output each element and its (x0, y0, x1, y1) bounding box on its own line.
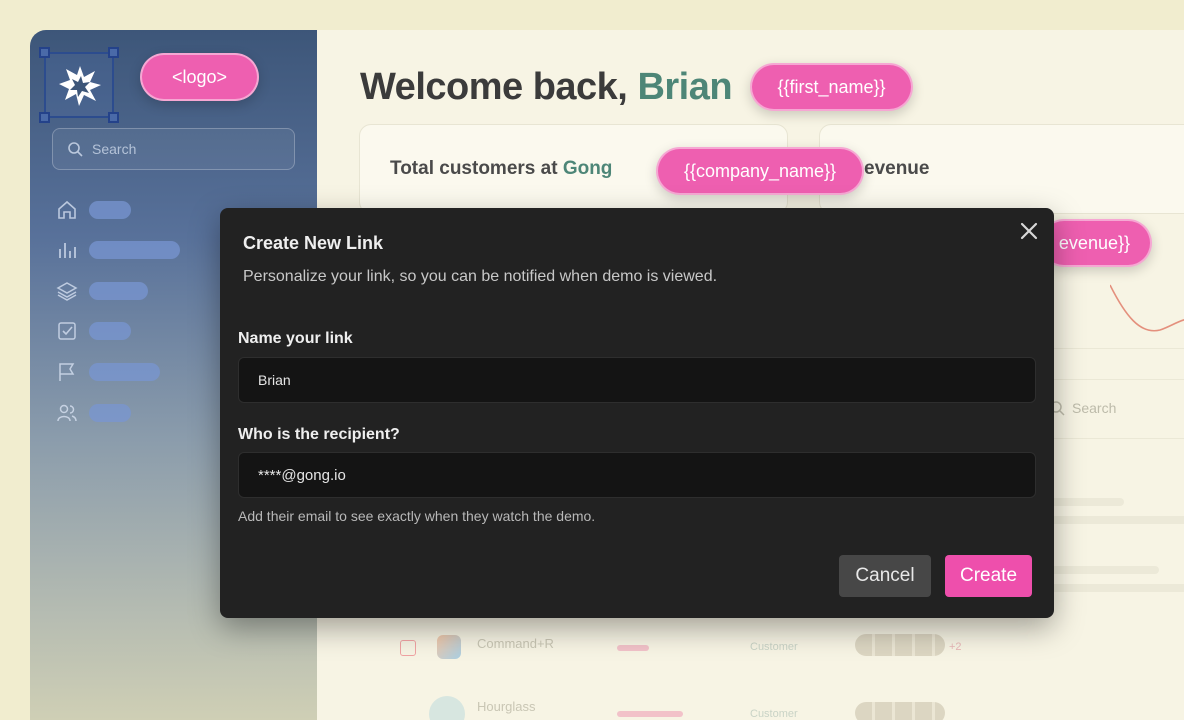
checkbox-icon (58, 322, 76, 340)
link-name-input[interactable] (238, 357, 1036, 403)
nav-label-placeholder (89, 241, 180, 259)
revenue-variable-tag[interactable]: evenue}} (1040, 219, 1152, 267)
company-logo (429, 696, 465, 720)
create-link-dialog: Create New Link Personalize your link, s… (220, 208, 1054, 618)
sidebar-search-input[interactable]: Search (52, 128, 295, 170)
placeholder-line (1039, 584, 1184, 592)
status-badge: Customer (750, 641, 798, 653)
status-badge: Customer (750, 708, 798, 720)
welcome-prefix: Welcome back, (360, 66, 628, 108)
dialog-title: Create New Link (243, 233, 384, 253)
first-name: Brian (637, 66, 733, 108)
first-name-variable-tag[interactable]: {{first_name}} (750, 63, 913, 111)
home-icon (58, 200, 76, 219)
recipient-label: Who is the recipient? (238, 426, 400, 443)
page-title: Welcome back, Brian (360, 66, 733, 109)
bar-chart-icon (59, 243, 76, 258)
revenue-card: evenue (819, 124, 1184, 332)
close-icon[interactable] (1018, 220, 1040, 242)
nav-label-placeholder (89, 282, 148, 300)
placeholder-line (1039, 516, 1184, 524)
gong-logo-icon (59, 66, 101, 106)
company-name-variable-tag[interactable]: {{company_name}} (656, 147, 864, 195)
row-checkbox[interactable] (400, 640, 416, 656)
customers-card-title: Total customers at Gong (390, 158, 612, 180)
table-search-placeholder: Search (1072, 400, 1117, 416)
resize-handle[interactable] (39, 112, 50, 123)
users-icon (57, 404, 77, 422)
progress-bar (617, 711, 683, 717)
table-row[interactable]: Hourglass Customer (397, 694, 1184, 720)
logo-selection-box[interactable] (39, 47, 119, 123)
avatar-group (855, 702, 945, 720)
revenue-card-title: evenue (864, 158, 930, 179)
nav-label-placeholder (89, 201, 131, 219)
recipient-email-input[interactable] (238, 452, 1036, 498)
search-placeholder: Search (92, 141, 137, 157)
progress-bar (617, 645, 649, 651)
resize-handle[interactable] (108, 112, 119, 123)
logo-variable-tag[interactable]: <logo> (140, 53, 259, 101)
resize-handle[interactable] (39, 47, 50, 58)
nav-label-placeholder (89, 322, 131, 340)
extra-count: +2 (949, 641, 962, 653)
company-name: Hourglass (477, 699, 536, 714)
company-logo (437, 635, 461, 659)
create-button[interactable]: Create (945, 555, 1032, 597)
search-icon (68, 142, 83, 157)
flag-icon (59, 363, 75, 381)
company-name: Command+R (477, 636, 554, 651)
nav-label-placeholder (89, 363, 160, 381)
recipient-help-text: Add their email to see exactly when they… (238, 508, 596, 524)
avatar-group (855, 634, 945, 656)
company-name: Gong (562, 158, 613, 179)
layers-icon (56, 282, 78, 301)
resize-handle[interactable] (108, 47, 119, 58)
revenue-trend-line (1110, 284, 1184, 332)
customers-title-prefix: Total customers at (390, 158, 558, 179)
placeholder-line (1039, 566, 1159, 574)
cancel-button[interactable]: Cancel (839, 555, 931, 597)
table-row[interactable]: Command+R Customer +2 (397, 630, 1184, 670)
dialog-subtitle: Personalize your link, so you can be not… (243, 268, 718, 285)
name-label: Name your link (238, 330, 353, 347)
nav-label-placeholder (89, 404, 131, 422)
